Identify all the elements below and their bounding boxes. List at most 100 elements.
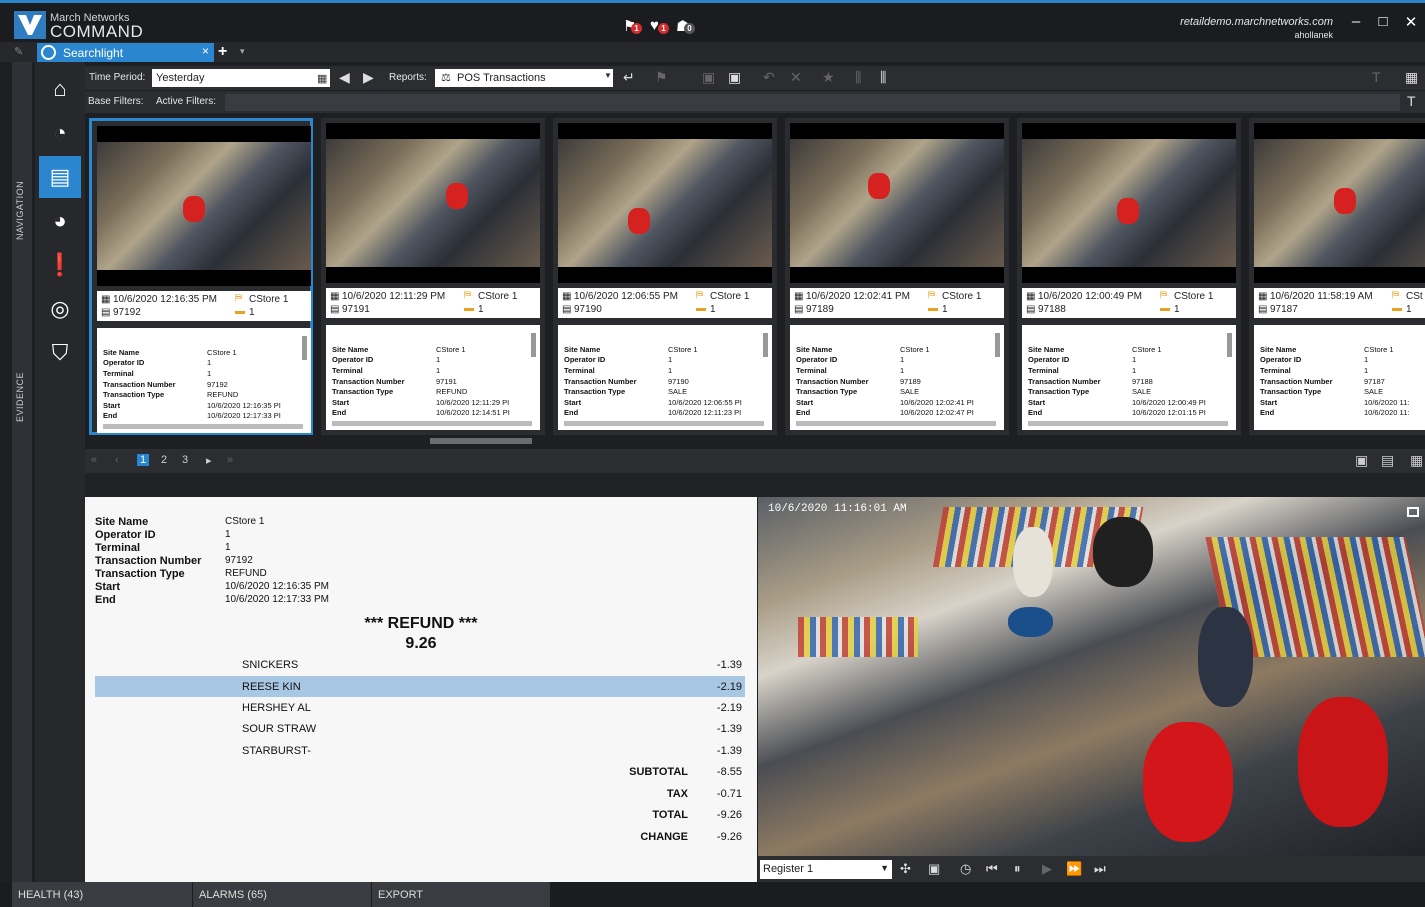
skip-end-icon[interactable]: ⏭ xyxy=(1094,861,1106,877)
video-thumbnail[interactable] xyxy=(1254,123,1425,283)
detail-key: Operator ID xyxy=(1028,355,1070,364)
last-page-icon[interactable]: » xyxy=(227,454,233,466)
chevron-down-icon[interactable]: ▼ xyxy=(604,71,612,80)
alarm-badge-icon[interactable]: ⚑ 1 xyxy=(623,17,642,35)
detail-key: Site Name xyxy=(103,348,140,357)
status-bar: HEALTH (43) ALARMS (65) EXPORT xyxy=(0,882,1425,907)
thumbnails-scrollbar[interactable] xyxy=(430,438,532,444)
horizontal-scrollbar[interactable] xyxy=(564,421,764,426)
layout-grid-icon[interactable]: ▦ xyxy=(1410,452,1423,469)
maximize-button[interactable]: □ xyxy=(1372,13,1394,30)
text-filter-icon[interactable]: T xyxy=(1407,93,1416,109)
tab-menu-icon[interactable]: ▾ xyxy=(240,46,245,57)
delete-icon[interactable]: ✕ xyxy=(790,69,802,86)
ptz-icon[interactable]: ✣ xyxy=(900,861,911,877)
dashboard-icon[interactable]: ◔ xyxy=(39,112,81,154)
page-3[interactable]: 3 xyxy=(182,454,188,466)
transaction-card[interactable]: ▦ 10/6/2020 12:16:35 PM ⛿ CStore 1 ▤ 971… xyxy=(89,118,313,435)
reports-select[interactable]: POS Transactions xyxy=(435,69,613,87)
export-status[interactable]: EXPORT xyxy=(372,882,550,907)
maximize-video-icon[interactable] xyxy=(1407,507,1419,517)
transaction-card[interactable]: ▦ 10/6/2020 12:00:49 PM ⛿ CStore 1 ▤ 971… xyxy=(1017,118,1241,435)
transaction-card[interactable]: ▦ 10/6/2020 12:06:55 PM ⛿ CStore 1 ▤ 971… xyxy=(553,118,777,435)
snapshot-icon[interactable]: ▣ xyxy=(1355,452,1368,469)
calendar-icon[interactable]: ▦ xyxy=(317,72,327,85)
video-thumbnail[interactable] xyxy=(1022,123,1236,283)
vertical-scrollbar[interactable] xyxy=(302,336,307,360)
video-player[interactable]: 10/6/2020 11:16:01 AM xyxy=(758,497,1425,856)
page-2[interactable]: 2 xyxy=(161,454,167,466)
pin-icon[interactable]: ✎ xyxy=(14,45,23,58)
history-icon[interactable]: ◷ xyxy=(960,861,971,877)
pause-icon[interactable]: ⏸ xyxy=(1014,861,1021,877)
horizontal-scrollbar[interactable] xyxy=(1028,421,1228,426)
play-icon[interactable]: ▶ xyxy=(1042,861,1052,877)
report-icon[interactable]: ▤ xyxy=(39,156,81,198)
fast-forward-icon[interactable]: ⏩ xyxy=(1066,861,1082,877)
alarms-status[interactable]: ALARMS (65) xyxy=(193,882,371,907)
undo-icon[interactable]: ↶ xyxy=(763,69,775,86)
panel-splitter[interactable] xyxy=(85,473,1425,497)
camera-select[interactable]: Register 1 ▼ xyxy=(760,860,892,879)
export-clip-icon[interactable]: ▤ xyxy=(1381,452,1394,469)
line-item[interactable]: REESE KIN -2.19 xyxy=(95,676,745,697)
text-size-icon[interactable]: T xyxy=(1372,69,1381,85)
navigation-side-tab[interactable]: NAVIGATION xyxy=(15,181,25,240)
next-page-icon[interactable]: ▸ xyxy=(206,454,212,467)
transaction-card[interactable]: ▦ 10/6/2020 11:58:19 AM ⛿ CSt ▤ 97187 ▬ … xyxy=(1249,118,1425,435)
snapshot-icon[interactable]: ▣ xyxy=(928,861,940,877)
horizontal-scrollbar[interactable] xyxy=(796,421,996,426)
transaction-card[interactable]: ▦ 10/6/2020 12:11:29 PM ⛿ CStore 1 ▤ 971… xyxy=(321,118,545,435)
vertical-scrollbar[interactable] xyxy=(763,333,768,357)
receipt-icon: ▤ xyxy=(562,304,572,315)
video-thumbnail[interactable] xyxy=(790,123,1004,283)
columns-icon[interactable]: ⫼ xyxy=(855,69,861,86)
vertical-scrollbar[interactable] xyxy=(995,333,1000,357)
transaction-card[interactable]: ▦ 10/6/2020 12:02:41 PM ⛿ CStore 1 ▤ 971… xyxy=(785,118,1009,435)
pos-icon[interactable]: ◕ xyxy=(39,200,81,242)
save-icon[interactable]: ▣ xyxy=(702,69,715,86)
card-meta: ▦ 10/6/2020 11:58:19 AM ⛿ CSt ▤ 97187 ▬ … xyxy=(1254,288,1425,318)
bookmark-icon[interactable]: ⚑ xyxy=(655,69,668,86)
page-1[interactable]: 1 xyxy=(137,454,150,466)
video-thumbnail[interactable] xyxy=(558,123,772,283)
health-badge-icon[interactable]: ♥ 1 xyxy=(650,17,669,34)
vertical-scrollbar[interactable] xyxy=(1227,333,1232,357)
detail-value: 97191 xyxy=(436,377,457,386)
favorite-icon[interactable]: ★ xyxy=(822,69,835,86)
target-icon[interactable]: ◎ xyxy=(39,288,81,330)
evidence-side-tab[interactable]: EVIDENCE xyxy=(15,372,25,422)
alert-icon[interactable]: ❗ xyxy=(39,244,81,286)
line-item[interactable]: SOUR STRAW -1.39 xyxy=(95,718,745,739)
first-page-icon[interactable]: « xyxy=(91,454,97,466)
active-filters-input[interactable] xyxy=(225,94,1400,111)
time-period-select[interactable]: Yesterday xyxy=(152,69,330,87)
horizontal-scrollbar[interactable] xyxy=(332,421,532,426)
tab-searchlight[interactable]: Searchlight × xyxy=(37,43,214,62)
skip-start-icon[interactable]: ⏮ xyxy=(986,861,998,877)
health-badge-count: 1 xyxy=(658,23,669,34)
video-thumbnail[interactable] xyxy=(326,123,540,283)
user-badge-icon[interactable]: ☗ 0 xyxy=(676,17,695,35)
line-item[interactable]: STARBURST- -1.39 xyxy=(95,740,745,761)
vertical-scrollbar[interactable] xyxy=(531,333,536,357)
back-arrow-icon[interactable]: ◀ xyxy=(339,69,350,86)
line-item[interactable]: HERSHEY AL -2.19 xyxy=(95,697,745,718)
home-icon[interactable]: ⌂ xyxy=(39,68,81,110)
settings-columns-icon[interactable]: ⫼ xyxy=(880,69,886,86)
close-tab-icon[interactable]: × xyxy=(202,44,209,58)
forward-arrow-icon[interactable]: ▶ xyxy=(363,69,374,86)
close-window-button[interactable]: ✕ xyxy=(1400,13,1422,31)
shield-icon[interactable]: ⛉ xyxy=(39,332,81,374)
minimize-button[interactable]: – xyxy=(1345,13,1367,30)
video-thumbnail[interactable] xyxy=(97,126,311,286)
prev-page-icon[interactable]: ‹ xyxy=(115,454,119,466)
add-tab-button[interactable]: + xyxy=(218,43,227,61)
run-report-icon[interactable]: ↵ xyxy=(623,69,635,86)
health-status[interactable]: HEALTH (43) xyxy=(12,882,192,907)
horizontal-scrollbar[interactable] xyxy=(103,424,303,429)
line-item[interactable]: SNICKERS -1.39 xyxy=(95,654,745,675)
layout-icon[interactable]: ▦ xyxy=(1405,69,1418,86)
detail-value: CStore 1 xyxy=(668,345,698,354)
save-as-icon[interactable]: ▣ xyxy=(728,69,741,86)
